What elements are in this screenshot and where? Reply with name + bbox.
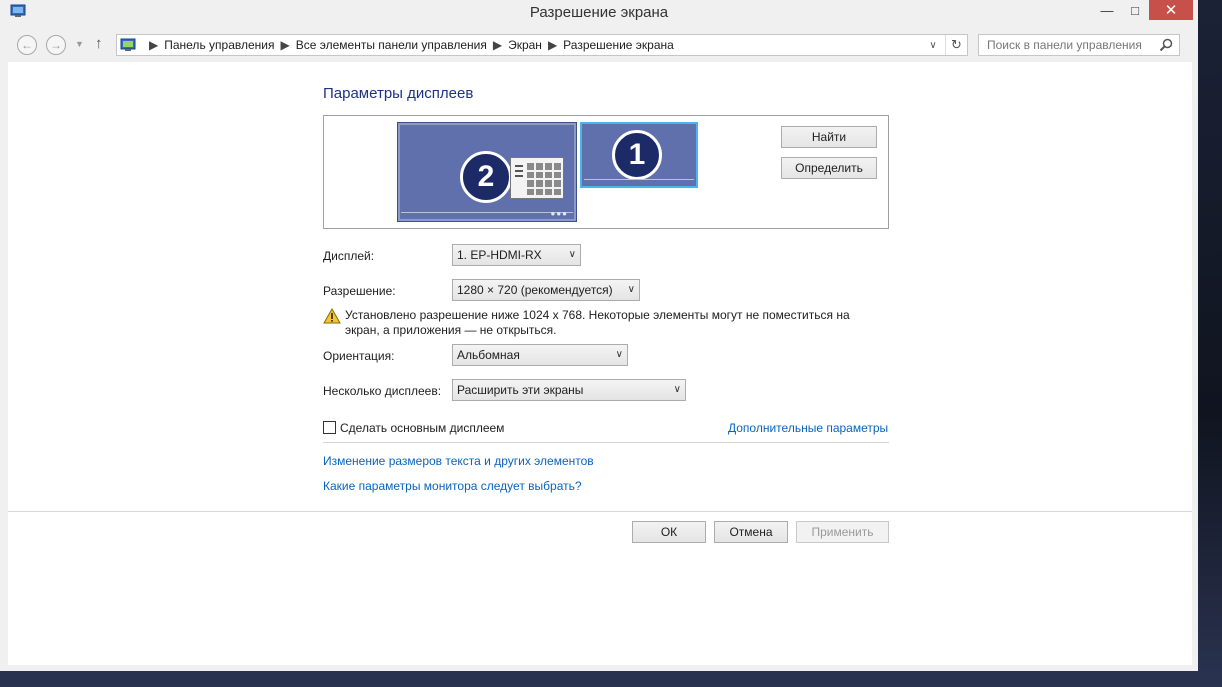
breadcrumb-separator-icon: ▶ (149, 38, 159, 52)
identify-button[interactable]: Определить (781, 157, 877, 179)
address-dropdown-icon[interactable]: ∨ (923, 35, 943, 55)
monitor-preview: 2 ●●● 1 Найти Определить (323, 115, 889, 229)
window-title: Разрешение экрана (529, 4, 669, 21)
navigation-bar: ← → ▼ ↑ ▶ Панель управления ▶ Все элементы … (0, 29, 1198, 61)
monitor-1-selected[interactable]: 1 (580, 122, 698, 188)
maximize-icon[interactable]: □ (1120, 0, 1150, 20)
footer-divider (8, 511, 1192, 512)
refresh-icon[interactable]: ↻ (945, 35, 967, 55)
monitor-taskbar (401, 212, 573, 213)
cancel-button[interactable]: Отмена (714, 521, 788, 543)
breadcrumb: ▶ Панель управления ▶ Все элементы панели у… (143, 38, 674, 52)
chevron-down-icon: ∨ (568, 249, 576, 260)
make-main-display-label[interactable]: Сделать основным дисплеем (340, 421, 504, 435)
resolution-select[interactable]: 1280 × 720 (рекомендуется) ∨ (452, 279, 640, 301)
display-select-value: 1. EP-HDMI-RX (457, 248, 542, 262)
ok-button[interactable]: ОК (632, 521, 706, 543)
search-box[interactable] (978, 34, 1180, 56)
minimize-icon[interactable]: — (1092, 0, 1122, 20)
monitor-number-2: 2 (460, 151, 512, 203)
display-resolution-window: Разрешение экрана — □ ✕ ← → ▼ ↑ ▶ Панель … (0, 0, 1198, 671)
content-pane: Параметры дисплеев 2 ●●● 1 Найти Определ… (8, 62, 1192, 665)
make-main-display-checkbox[interactable] (323, 421, 336, 434)
divider (323, 442, 889, 443)
breadcrumb-separator-icon[interactable]: ▶ (280, 38, 289, 52)
breadcrumb-item-screen-resolution[interactable]: Разрешение экрана (563, 38, 674, 52)
chevron-down-icon: ∨ (673, 384, 681, 395)
recent-pages-chevron-icon[interactable]: ▼ (75, 39, 84, 49)
breadcrumb-item-control-panel[interactable]: Панель управления (164, 38, 274, 52)
low-resolution-warning: Установлено разрешение ниже 1024 x 768. … (345, 308, 850, 337)
address-bar[interactable]: ▶ Панель управления ▶ Все элементы панели у… (116, 34, 968, 56)
display-select[interactable]: 1. EP-HDMI-RX ∨ (452, 244, 581, 266)
orientation-select[interactable]: Альбомная ∨ (452, 344, 628, 366)
chevron-down-icon: ∨ (627, 284, 635, 295)
control-panel-icon (120, 38, 136, 51)
up-arrow-icon[interactable]: ↑ (95, 35, 103, 52)
search-icon[interactable] (1159, 38, 1173, 52)
close-icon[interactable]: ✕ (1149, 0, 1193, 20)
warning-icon (323, 308, 341, 324)
orientation-label: Ориентация: (323, 349, 395, 363)
calculator-icon (510, 157, 564, 199)
breadcrumb-item-display[interactable]: Экран (508, 38, 542, 52)
multiple-displays-label: Несколько дисплеев: (323, 384, 442, 398)
forward-arrow-icon[interactable]: → (46, 35, 66, 55)
back-arrow-icon[interactable]: ← (17, 35, 37, 55)
breadcrumb-separator-icon[interactable]: ▶ (493, 38, 502, 52)
monitor-number-1: 1 (612, 130, 662, 180)
advanced-settings-link[interactable]: Дополнительные параметры (728, 421, 888, 435)
which-monitor-settings-link[interactable]: Какие параметры монитора следует выбрать… (323, 479, 582, 493)
display-label: Дисплей: (323, 249, 375, 263)
multiple-displays-select[interactable]: Расширить эти экраны ∨ (452, 379, 686, 401)
page-title: Параметры дисплеев (323, 85, 474, 102)
resize-text-link[interactable]: Изменение размеров текста и других элеме… (323, 454, 594, 468)
title-bar[interactable]: Разрешение экрана — □ ✕ (0, 0, 1198, 26)
more-dots-icon: ●●● (550, 209, 568, 218)
chevron-down-icon: ∨ (615, 349, 623, 360)
find-button[interactable]: Найти (781, 126, 877, 148)
resolution-select-value: 1280 × 720 (рекомендуется) (457, 283, 613, 297)
breadcrumb-item-all-items[interactable]: Все элементы панели управления (296, 38, 487, 52)
orientation-select-value: Альбомная (457, 348, 520, 362)
search-input[interactable] (979, 35, 1155, 55)
multiple-displays-select-value: Расширить эти экраны (457, 383, 584, 397)
monitor-taskbar (584, 179, 694, 180)
apply-button[interactable]: Применить (796, 521, 889, 543)
resolution-label: Разрешение: (323, 284, 396, 298)
monitor-2[interactable]: 2 ●●● (397, 122, 577, 222)
breadcrumb-separator-icon[interactable]: ▶ (548, 38, 557, 52)
